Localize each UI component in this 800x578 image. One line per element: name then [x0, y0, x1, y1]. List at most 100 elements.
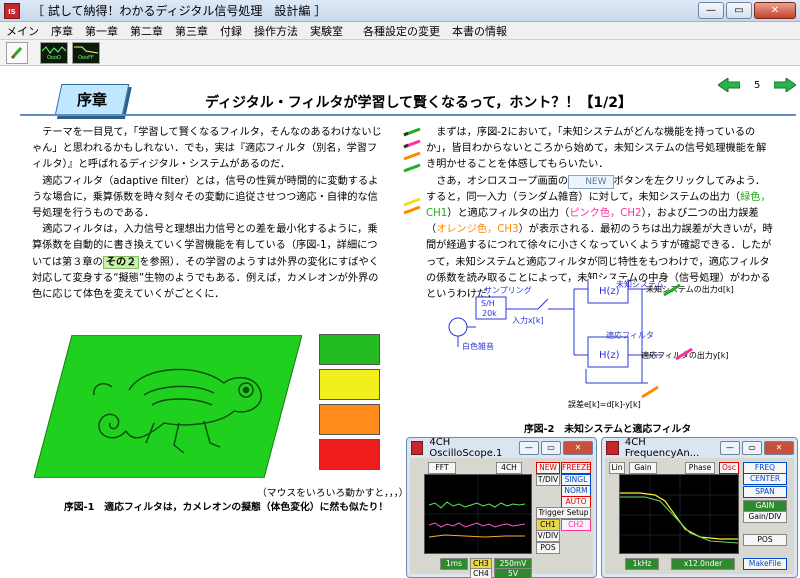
colored-pens-icon	[403, 127, 421, 215]
analyzer-title: 4CH FrequencyAn...	[624, 437, 700, 459]
paragraph-1: テーマを一目見て，「学習して賢くなるフィルタ，そんなのあるわけないじゃん」と思わ…	[32, 127, 382, 171]
sampler-label: サンプリング	[484, 285, 532, 295]
input-label: 入力x[k]	[512, 315, 544, 325]
new-button[interactable]: NEW	[536, 462, 560, 474]
fa-close-button[interactable]: ✕	[764, 441, 794, 455]
vdiv-label: V/DIV	[536, 530, 560, 542]
close-button[interactable]: ✕	[754, 2, 796, 19]
osc-link-button[interactable]: Osc	[719, 462, 739, 474]
left-column-text: テーマを一目見て，「学習して賢くなるフィルタ，そんなのあるわけないじゃん」と思わ…	[32, 125, 382, 303]
span-button[interactable]: SPAN	[743, 486, 787, 498]
minimize-button[interactable]: —	[698, 2, 724, 19]
page-content: 序章 ディジタル・フィルタが学習して賢くなるって，ホント？！【1/2】 5 テー…	[0, 67, 800, 578]
freq-scale-display: 1kHz	[625, 558, 659, 570]
osc-maximize-button[interactable]: ▭	[541, 441, 561, 455]
fft-button[interactable]: FFT	[428, 462, 456, 474]
lin-button[interactable]: Lin	[609, 462, 625, 474]
paragraph-3: 適応フィルタは，入力信号と理想出力信号との差を最小化するように，乗算係数を自動的…	[32, 224, 379, 301]
mouse-hint: （マウスをいろいろ動かすと，，，）	[257, 488, 409, 499]
analyzer-window-icon	[606, 441, 619, 455]
adaptive-filter-label: 適応フィルタ	[606, 330, 654, 340]
noise-label: 白色雑音	[462, 341, 494, 351]
app-icon[interactable]: IS	[4, 2, 20, 19]
pen-tool-button[interactable]	[6, 41, 28, 64]
chapter-badge: 序章	[54, 84, 130, 116]
color-swatch-green	[319, 334, 380, 365]
right-column-text: まずは，序図-2において，「未知システムがどんな機能を持っているのか」，皆目わか…	[426, 125, 774, 303]
make-file-button[interactable]: MakeFile	[743, 558, 787, 570]
menu-lab[interactable]: 実験室	[304, 23, 349, 39]
arrow-left-icon	[718, 78, 740, 92]
sh-label: S/H	[481, 299, 495, 308]
menu-about[interactable]: 本書の情報	[446, 23, 513, 39]
pen-icons	[402, 125, 426, 220]
oscilloscope-traces	[425, 475, 531, 553]
ch4-scale-display: 5V	[494, 568, 532, 578]
gain-button[interactable]: Gain	[629, 462, 657, 474]
next-page-button[interactable]	[774, 77, 797, 93]
title-bar: IS ［ 試して納得！わかるディジタル信号処理 設計編 ］ — ▭ ✕	[0, 0, 800, 22]
fa-maximize-button[interactable]: ▭	[742, 441, 762, 455]
color-swatch-yellow	[319, 369, 380, 400]
position-label: POS	[743, 534, 787, 546]
frequency-response-plot	[620, 475, 739, 553]
waveform-icon	[42, 45, 66, 54]
window-title: ［ 試して納得！わかるディジタル信号処理 設計編 ］	[32, 4, 327, 18]
maximize-button[interactable]: ▭	[726, 2, 752, 19]
analyzer-tool-button[interactable]: OooFF	[72, 41, 100, 64]
frequency-analyzer-window[interactable]: 4CH FrequencyAn... — ▭ ✕ Lin Gain Phase Os…	[601, 437, 798, 578]
ch2-button[interactable]: CH2	[561, 519, 591, 531]
adaptive-hz-label: H(z)	[599, 350, 620, 361]
menu-settings[interactable]: 各種設定の変更	[357, 23, 446, 39]
menu-ch1[interactable]: 第一章	[79, 23, 124, 39]
page-title: ディジタル・フィルタが学習して賢くなるって，ホント？！【1/2】	[205, 95, 632, 111]
center-button[interactable]: CENTER	[743, 473, 787, 485]
phase-button[interactable]: Phase	[685, 462, 715, 474]
block-diagram: サンプリング S/H 20k 白色雑音 入力x[k] 未知システム H(z) 適…	[448, 279, 734, 409]
fa-minimize-button[interactable]: —	[720, 441, 740, 455]
oscilloscope-window-icon	[411, 441, 424, 455]
oscilloscope-panel: FFT 4CH NEW FREEZE T/DIV SINGL NORM AUTO…	[410, 458, 593, 578]
zoom-display: x12.0nder	[671, 558, 735, 570]
osc-close-button[interactable]: ✕	[563, 441, 593, 455]
chameleon-figure[interactable]	[34, 335, 302, 478]
color-swatch-orange	[319, 404, 380, 435]
unknown-hz-label: H(z)	[599, 286, 620, 297]
menu-intro[interactable]: 序章	[45, 23, 79, 39]
title-divider	[20, 114, 796, 116]
oscilloscope-window[interactable]: 4CH OscilloScope.1 — ▭ ✕ FFT 4CH NEW FREEZ…	[406, 437, 597, 578]
menu-howto[interactable]: 操作方法	[248, 23, 304, 39]
menu-ch3[interactable]: 第三章	[169, 23, 214, 39]
menu-main[interactable]: メイン	[0, 23, 45, 39]
osc-minimize-button[interactable]: —	[519, 441, 539, 455]
pen-icon	[10, 46, 23, 59]
freeze-button[interactable]: FREEZE	[561, 462, 591, 474]
new-button-reference: NEW	[568, 174, 614, 189]
analyzer-panel: Lin Gain Phase Osc FREQ CENTER SPAN GAIN…	[605, 458, 794, 574]
analyzer-screen	[619, 474, 739, 554]
chapter3-link[interactable]: その２	[102, 255, 140, 269]
figure-2-caption: 序図-2 未知システムと適応フィルタ	[524, 424, 692, 435]
fs-label: 20k	[482, 309, 497, 318]
figure-1-caption: 序図-1 適応フィルタは，カメレオンの擬態（体色変化）に然も似たり！	[64, 502, 389, 513]
page-navigation: 5	[718, 77, 797, 93]
paragraph-2: 適応フィルタ（adaptive filter）とは，信号の性質が時間的に変動する…	[32, 175, 379, 220]
page-number: 5	[754, 79, 761, 91]
toolbar: OooO OooFF	[0, 40, 800, 66]
ch-select-button[interactable]: 4CH	[496, 462, 522, 474]
unknown-output-label: 未知システムの出力d[k]	[646, 284, 734, 294]
ch4-button[interactable]: CH4	[470, 568, 492, 578]
tdiv-label: T/DIV	[536, 474, 560, 486]
error-label: 誤差e[k]=d[k]-y[k]	[568, 399, 641, 409]
oscilloscope-screen	[424, 474, 532, 554]
trigger-setup-button[interactable]: Trigger Setup	[536, 507, 591, 519]
oscilloscope-title: 4CH OscilloScope.1	[429, 437, 503, 459]
pos-label: POS	[536, 542, 560, 554]
menu-appendix[interactable]: 付録	[214, 23, 248, 39]
prev-page-button[interactable]	[718, 77, 740, 93]
paragraph-4: まずは，序図-2において，「未知システムがどんな機能を持っているのか」，皆目わか…	[426, 127, 767, 171]
menu-bar: メイン 序章 第一章 第二章 第三章 付録 操作方法 実験室 各種設定の変更 本…	[0, 22, 800, 40]
menu-ch2[interactable]: 第二章	[124, 23, 169, 39]
gain-div-label: Gain/DIV	[743, 511, 787, 523]
oscilloscope-tool-button[interactable]: OooO	[40, 41, 68, 64]
